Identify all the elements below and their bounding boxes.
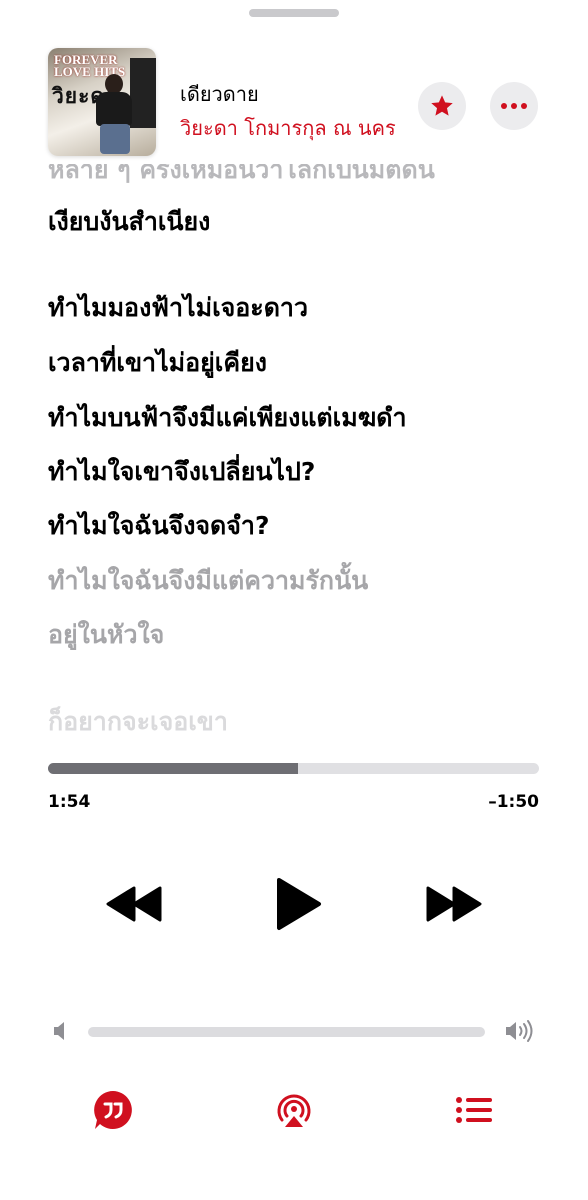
lyric-line[interactable]: ทำไมบนฟ้าจึงมีแค่เพียงแต่เมฆดำ (48, 398, 407, 438)
lyric-line[interactable]: ทำไมใจฉันจึงจดจำ? (48, 506, 269, 546)
song-title: เดียวดาย (180, 82, 259, 106)
more-button[interactable] (490, 82, 538, 130)
playback-progress-fill (48, 763, 299, 774)
ellipsis-icon (501, 103, 527, 109)
favorite-button[interactable] (418, 82, 466, 130)
airplay-icon (277, 1094, 311, 1127)
album-artwork[interactable]: FOREVER LOVE HITS วิยะดา (48, 48, 156, 156)
sheet-grabber[interactable] (249, 9, 339, 17)
fast-forward-icon (426, 886, 482, 922)
lyrics-button[interactable] (91, 1088, 135, 1132)
play-button[interactable] (262, 868, 334, 940)
lyric-line[interactable]: ก็อยากจะเจอเขา (48, 702, 228, 742)
lyric-line[interactable]: ทำไมใจฉันจึงมีแต่ความรักนั้น (48, 561, 368, 601)
remaining-time: –1:50 (488, 792, 539, 812)
now-playing-header: FOREVER LOVE HITS วิยะดา เดียวดาย วิยะดา … (0, 40, 588, 156)
lyric-line[interactable]: ทำไมใจเขาจึงเปลี่ยนไป? (48, 452, 315, 492)
rewind-icon (106, 886, 162, 922)
speaker-low-icon (54, 1022, 64, 1040)
list-icon (456, 1097, 492, 1123)
rewind-button[interactable] (98, 868, 170, 940)
forward-button[interactable] (418, 868, 490, 940)
volume-control[interactable] (48, 1016, 540, 1046)
artist-name[interactable]: วิยะดา โกมารกุล ณ นคร (180, 112, 396, 144)
lyric-line[interactable]: ทำไมมองฟ้าไม่เจอะดาว (48, 288, 308, 328)
artwork-person (92, 74, 136, 154)
airplay-button[interactable] (272, 1088, 316, 1132)
speaker-high-icon (506, 1020, 533, 1042)
playback-scrubber[interactable] (48, 763, 539, 774)
elapsed-time: 1:54 (48, 792, 91, 812)
quote-bubble-icon (94, 1091, 132, 1129)
lyric-line[interactable]: อยู่ในหัวใจ (48, 615, 164, 655)
star-icon (431, 95, 453, 116)
volume-slider[interactable] (88, 1027, 485, 1037)
lyric-line[interactable]: เวลาที่เขาไม่อยู่เคียง (48, 343, 267, 383)
play-icon (277, 878, 321, 930)
lyric-line[interactable]: หลาย ๆ ครั้งเหมือนว่าโลกเป็นมิตดิน (48, 164, 435, 190)
queue-button[interactable] (452, 1088, 496, 1132)
lyric-line[interactable]: เงียบงันสำเนียง (48, 202, 210, 242)
